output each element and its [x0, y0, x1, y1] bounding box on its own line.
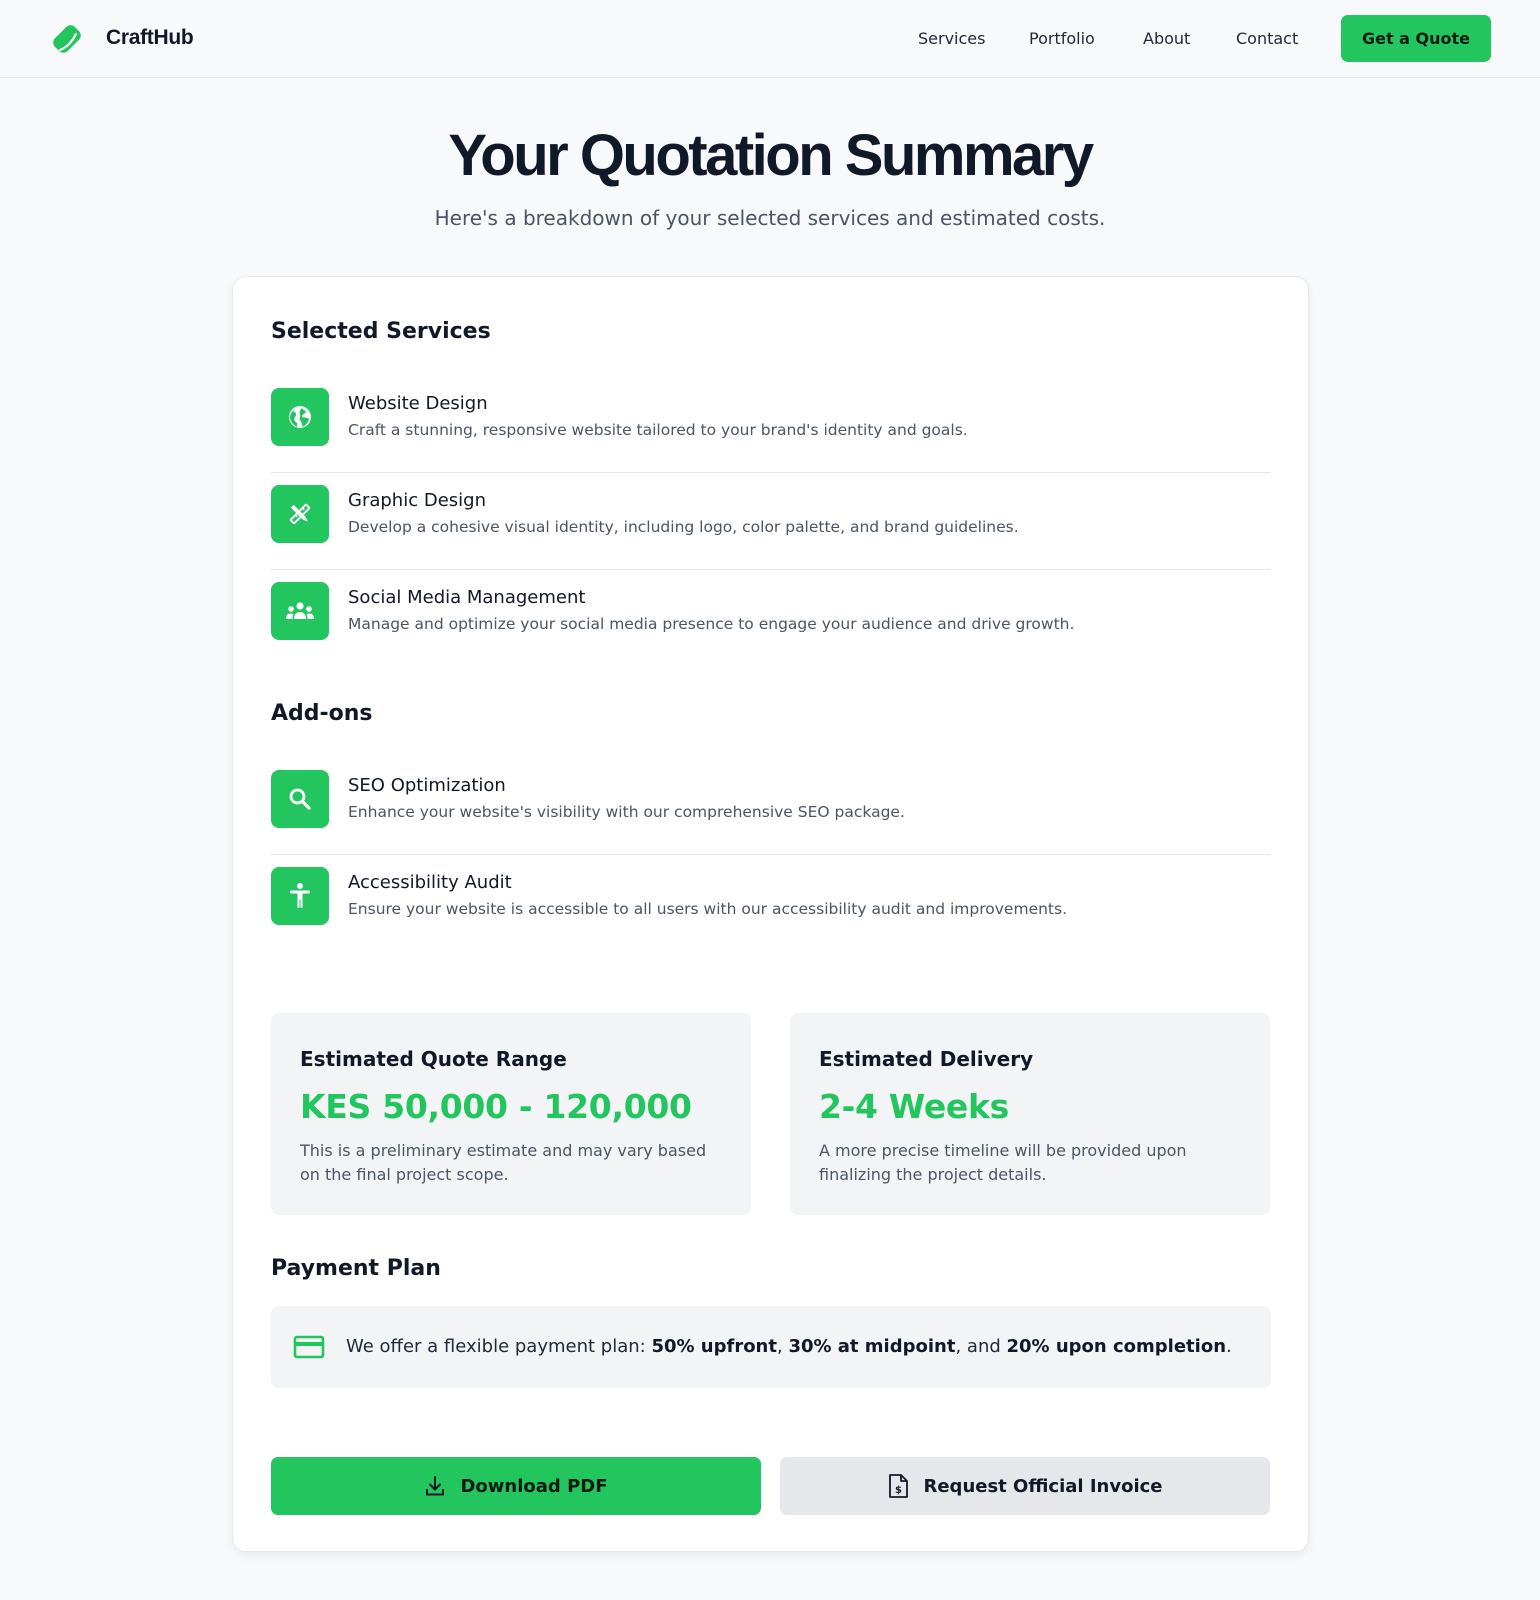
payment-plan-panel: We offer a flexible payment plan: 50% up…	[271, 1306, 1271, 1388]
get-quote-button[interactable]: Get a Quote	[1341, 15, 1491, 62]
invoice-document-icon: $	[889, 1474, 909, 1498]
service-description: Develop a cohesive visual identity, incl…	[348, 518, 1019, 536]
payment-completion: 20% upon completion	[1006, 1336, 1227, 1357]
payment-end: .	[1226, 1336, 1232, 1357]
page-subtitle: Here's a breakdown of your selected serv…	[434, 206, 1106, 230]
nav-portfolio-link[interactable]: Portfolio	[1029, 29, 1095, 48]
service-title: Graphic Design	[348, 490, 486, 511]
selected-services-heading: Selected Services	[271, 319, 491, 344]
payment-plan-heading: Payment Plan	[271, 1256, 441, 1281]
brand-name[interactable]: CraftHub	[106, 26, 194, 50]
service-title: Website Design	[348, 393, 488, 414]
payment-separator: , and	[955, 1336, 1007, 1357]
svg-text:$: $	[896, 1485, 903, 1496]
addon-title: Accessibility Audit	[348, 872, 512, 893]
download-icon	[426, 1476, 445, 1496]
payment-midpoint: 30% at midpoint	[788, 1336, 956, 1357]
addon-description: Enhance your website's visibility with o…	[348, 803, 905, 821]
payment-intro: We offer a flexible payment plan:	[346, 1336, 652, 1357]
addon-description: Ensure your website is accessible to all…	[348, 900, 1068, 918]
service-item-website-design: Website Design Craft a stunning, respons…	[271, 376, 1271, 473]
download-pdf-label: Download PDF	[460, 1475, 608, 1497]
delivery-value: 2-4 Weeks	[819, 1087, 1009, 1126]
page-title: Your Quotation Summary	[448, 123, 1094, 188]
service-item-social-media: Social Media Management Manage and optim…	[271, 570, 1271, 667]
delivery-panel: Estimated Delivery 2-4 Weeks A more prec…	[790, 1013, 1270, 1215]
quote-range-panel: Estimated Quote Range KES 50,000 - 120,0…	[271, 1013, 751, 1215]
accessibility-icon	[271, 867, 329, 925]
request-invoice-button[interactable]: $ Request Official Invoice	[780, 1457, 1270, 1515]
design-tools-icon	[271, 485, 329, 543]
group-icon	[271, 582, 329, 640]
service-description: Craft a stunning, responsive website tai…	[348, 421, 968, 439]
addon-title: SEO Optimization	[348, 775, 506, 796]
nav-about-link[interactable]: About	[1143, 29, 1190, 48]
search-icon	[271, 770, 329, 828]
payment-upfront: 50% upfront	[651, 1336, 777, 1357]
service-description: Manage and optimize your social media pr…	[348, 615, 1075, 633]
quotation-card: Selected Services Website Design Craft a…	[232, 276, 1309, 1552]
service-item-graphic-design: Graphic Design Develop a cohesive visual…	[271, 473, 1271, 570]
globe-icon	[271, 388, 329, 446]
nav-services-link[interactable]: Services	[918, 29, 985, 48]
addon-item-seo: SEO Optimization Enhance your website's …	[271, 758, 1271, 855]
nav-contact-link[interactable]: Contact	[1236, 29, 1298, 48]
credit-card-icon	[293, 1335, 325, 1359]
quote-range-label: Estimated Quote Range	[300, 1047, 567, 1071]
addon-item-accessibility: Accessibility Audit Ensure your website …	[271, 855, 1271, 952]
delivery-label: Estimated Delivery	[819, 1047, 1034, 1071]
logo-icon[interactable]	[48, 20, 86, 58]
payment-plan-text: We offer a flexible payment plan: 50% up…	[346, 1336, 1232, 1357]
delivery-note: A more precise timeline will be provided…	[819, 1141, 1187, 1184]
payment-separator: ,	[776, 1336, 789, 1357]
site-header: CraftHub Services Portfolio About Contac…	[0, 0, 1540, 78]
quote-range-value: KES 50,000 - 120,000	[300, 1087, 692, 1126]
quote-range-note: This is a preliminary estimate and may v…	[300, 1141, 707, 1184]
service-title: Social Media Management	[348, 587, 586, 608]
download-pdf-button[interactable]: Download PDF	[271, 1457, 761, 1515]
addons-heading: Add-ons	[271, 701, 373, 726]
request-invoice-label: Request Official Invoice	[923, 1475, 1163, 1497]
